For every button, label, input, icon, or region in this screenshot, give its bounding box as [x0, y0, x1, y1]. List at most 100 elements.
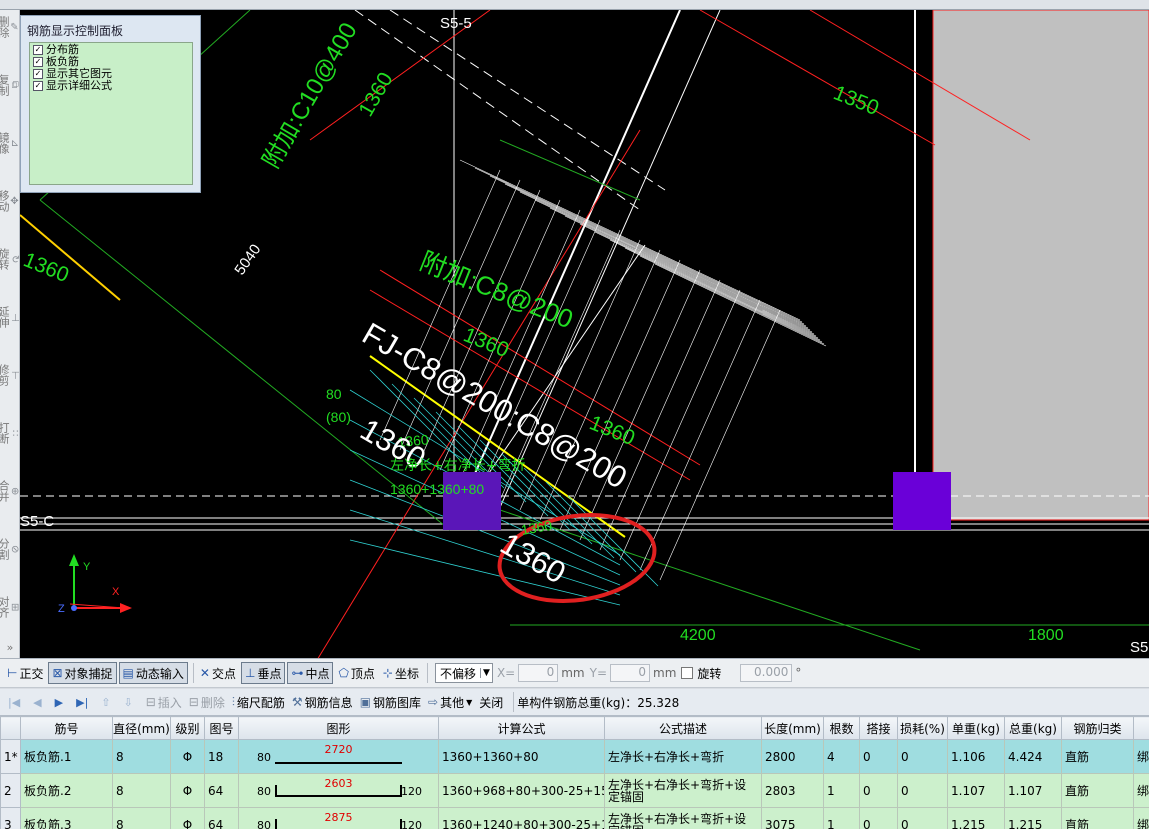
column-header-1[interactable]: 筋号 — [20, 716, 113, 740]
ortho-button[interactable]: ⊢ 正交 — [4, 662, 46, 684]
option-checkbox[interactable]: ✓ — [33, 69, 43, 79]
cell-length[interactable]: 3075 — [761, 807, 824, 829]
cell-formula-description[interactable]: 左净长+右净长+弯折 — [604, 739, 762, 774]
cell-lap[interactable]: 0 — [859, 773, 898, 808]
cell-count[interactable]: 4 — [823, 739, 860, 774]
next-record-icon[interactable]: ▶ — [55, 696, 63, 709]
last-record-icon[interactable]: ▶| — [76, 696, 88, 709]
rebar-info-button[interactable]: ⚒ 钢筋信息 — [292, 694, 353, 711]
y-coordinate-input[interactable]: 0 — [610, 664, 650, 682]
delete-button[interactable]: ⊟ 删除 — [189, 694, 225, 711]
table-row[interactable]: 2 板负筋.2 8 Φ 64 80 2603 120 1360+968+80+300-25+15… — [0, 773, 1149, 808]
cell-diameter[interactable]: 8 — [112, 773, 171, 808]
table-row[interactable]: 1* 板负筋.1 8 Φ 18 80 2720 1360+1360+80 左净长+右净长+弯折 2… — [0, 739, 1149, 774]
more-tools-icon[interactable]: » — [0, 642, 20, 653]
move-up-icon[interactable]: ⇧ — [101, 696, 110, 709]
cell-rebar-name[interactable]: 板负筋.2 — [20, 773, 113, 808]
row-number[interactable]: 3 — [0, 807, 21, 829]
left-tool-3[interactable]: ✥ 移动 — [0, 190, 20, 212]
other-menu-button[interactable]: ⇨ 其他 ▼ — [428, 694, 472, 711]
coordinate-snap-button[interactable]: ⊹ 坐标 — [380, 662, 422, 684]
cell-shape[interactable]: 80 2603 120 — [238, 773, 439, 808]
column-header-6[interactable]: 计算公式 — [438, 716, 605, 740]
column-header-14[interactable]: 钢筋归类 — [1061, 716, 1134, 740]
left-tool-6[interactable]: ⊢ 修剪 — [0, 364, 20, 386]
cell-total-weight[interactable]: 1.107 — [1004, 773, 1062, 808]
option-checkbox[interactable]: ✓ — [33, 57, 43, 67]
intersection-snap-button[interactable]: ✕ 交点 — [197, 662, 239, 684]
cell-overflow[interactable]: 绑 — [1133, 807, 1149, 829]
cell-figure-number[interactable]: 64 — [204, 773, 239, 808]
cell-length[interactable]: 2803 — [761, 773, 824, 808]
cell-rebar-name[interactable]: 板负筋.1 — [20, 739, 113, 774]
column-header-9[interactable]: 根数 — [823, 716, 860, 740]
cell-grade[interactable]: Φ — [170, 773, 205, 808]
cell-shape[interactable]: 80 2720 — [238, 739, 439, 774]
cell-diameter[interactable]: 8 — [112, 807, 171, 829]
cell-overflow[interactable]: 绑 — [1133, 773, 1149, 808]
cell-lap[interactable]: 0 — [859, 807, 898, 829]
object-snap-button[interactable]: ⊠ 对象捕捉 — [48, 662, 117, 684]
cell-formula[interactable]: 1360+968+80+300-25+15*d — [438, 773, 605, 808]
column-header-4[interactable]: 图号 — [204, 716, 239, 740]
cell-figure-number[interactable]: 64 — [204, 807, 239, 829]
column-header-3[interactable]: 级别 — [170, 716, 205, 740]
cell-grade[interactable]: Φ — [170, 807, 205, 829]
x-coordinate-input[interactable]: 0 — [518, 664, 559, 682]
dynamic-input-button[interactable]: ▤ 动态输入 — [118, 662, 188, 684]
panel-option-3[interactable]: ✓ 显示详细公式 — [33, 80, 189, 92]
cell-count[interactable]: 1 — [823, 773, 860, 808]
row-number[interactable]: 1* — [0, 739, 21, 774]
cell-total-weight[interactable]: 1.215 — [1004, 807, 1062, 829]
cell-unit-weight[interactable]: 1.106 — [947, 739, 1005, 774]
close-button[interactable]: 关闭 — [479, 694, 503, 711]
insert-button[interactable]: ⊟ 插入 — [146, 694, 182, 711]
cell-category[interactable]: 直筋 — [1061, 773, 1134, 808]
table-row[interactable]: 3板负筋.38Φ648028751201360+1240+80+300-25+1… — [0, 807, 1149, 829]
column-header-10[interactable]: 搭接 — [859, 716, 898, 740]
column-header-13[interactable]: 总重(kg) — [1004, 716, 1062, 740]
left-tool-4[interactable]: ↻ 旋转 — [0, 248, 20, 270]
column-header-7[interactable]: 公式描述 — [604, 716, 762, 740]
cell-formula[interactable]: 1360+1240+80+300-25+15*d — [438, 807, 605, 829]
cell-overflow[interactable]: 绑 — [1133, 739, 1149, 774]
midpoint-snap-button[interactable]: ⊶ 中点 — [287, 662, 334, 684]
cell-formula[interactable]: 1360+1360+80 — [438, 739, 605, 774]
left-tool-2[interactable]: ⊿ 镜像 — [0, 132, 20, 154]
cell-formula-description[interactable]: 左净长+右净长+弯折+设定锚固 — [604, 773, 762, 808]
cell-loss[interactable]: 0 — [897, 807, 948, 829]
left-tool-0[interactable]: ✎ 删除 — [0, 16, 20, 38]
option-checkbox[interactable]: ✓ — [33, 45, 43, 55]
column-header-15[interactable] — [1133, 716, 1149, 740]
cell-figure-number[interactable]: 18 — [204, 739, 239, 774]
vertex-snap-button[interactable]: ⬠ 顶点 — [335, 662, 377, 684]
cell-total-weight[interactable]: 4.424 — [1004, 739, 1062, 774]
column-header-5[interactable]: 图形 — [238, 716, 439, 740]
cell-category[interactable]: 直筋 — [1061, 739, 1134, 774]
rebar-library-button[interactable]: ▣ 钢筋图库 — [360, 694, 421, 711]
cell-shape[interactable]: 80 2875 120 — [238, 807, 439, 829]
cell-length[interactable]: 2800 — [761, 739, 824, 774]
left-tool-8[interactable]: ⊕ 合并 — [0, 480, 20, 502]
prev-record-icon[interactable]: ◀ — [33, 696, 41, 709]
cell-diameter[interactable]: 8 — [112, 739, 171, 774]
left-tool-1[interactable]: ⧉ 复制 — [0, 74, 20, 96]
offset-mode-select[interactable]: 不偏移 ▼ — [435, 663, 493, 683]
column-header-12[interactable]: 单重(kg) — [947, 716, 1005, 740]
cell-loss[interactable]: 0 — [897, 739, 948, 774]
cell-category[interactable]: 直筋 — [1061, 807, 1134, 829]
option-checkbox[interactable]: ✓ — [33, 81, 43, 91]
cell-lap[interactable]: 0 — [859, 739, 898, 774]
column-header-11[interactable]: 损耗(%) — [897, 716, 948, 740]
left-tool-5[interactable]: ⊣ 延伸 — [0, 306, 20, 328]
scale-rebar-button[interactable]: ⫶ 缩尺配筋 — [232, 694, 285, 711]
cell-unit-weight[interactable]: 1.215 — [947, 807, 1005, 829]
rotate-checkbox[interactable] — [681, 667, 694, 679]
left-tool-10[interactable]: ⊞ 对齐 — [0, 596, 20, 618]
cell-formula-description[interactable]: 左净长+右净长+弯折+设定锚固 — [604, 807, 762, 829]
perpendicular-snap-button[interactable]: ⊥ 垂点 — [240, 662, 286, 684]
cell-count[interactable]: 1 — [823, 807, 860, 829]
column-header-8[interactable]: 长度(mm) — [761, 716, 824, 740]
column-header-0[interactable] — [0, 716, 21, 740]
cell-loss[interactable]: 0 — [897, 773, 948, 808]
